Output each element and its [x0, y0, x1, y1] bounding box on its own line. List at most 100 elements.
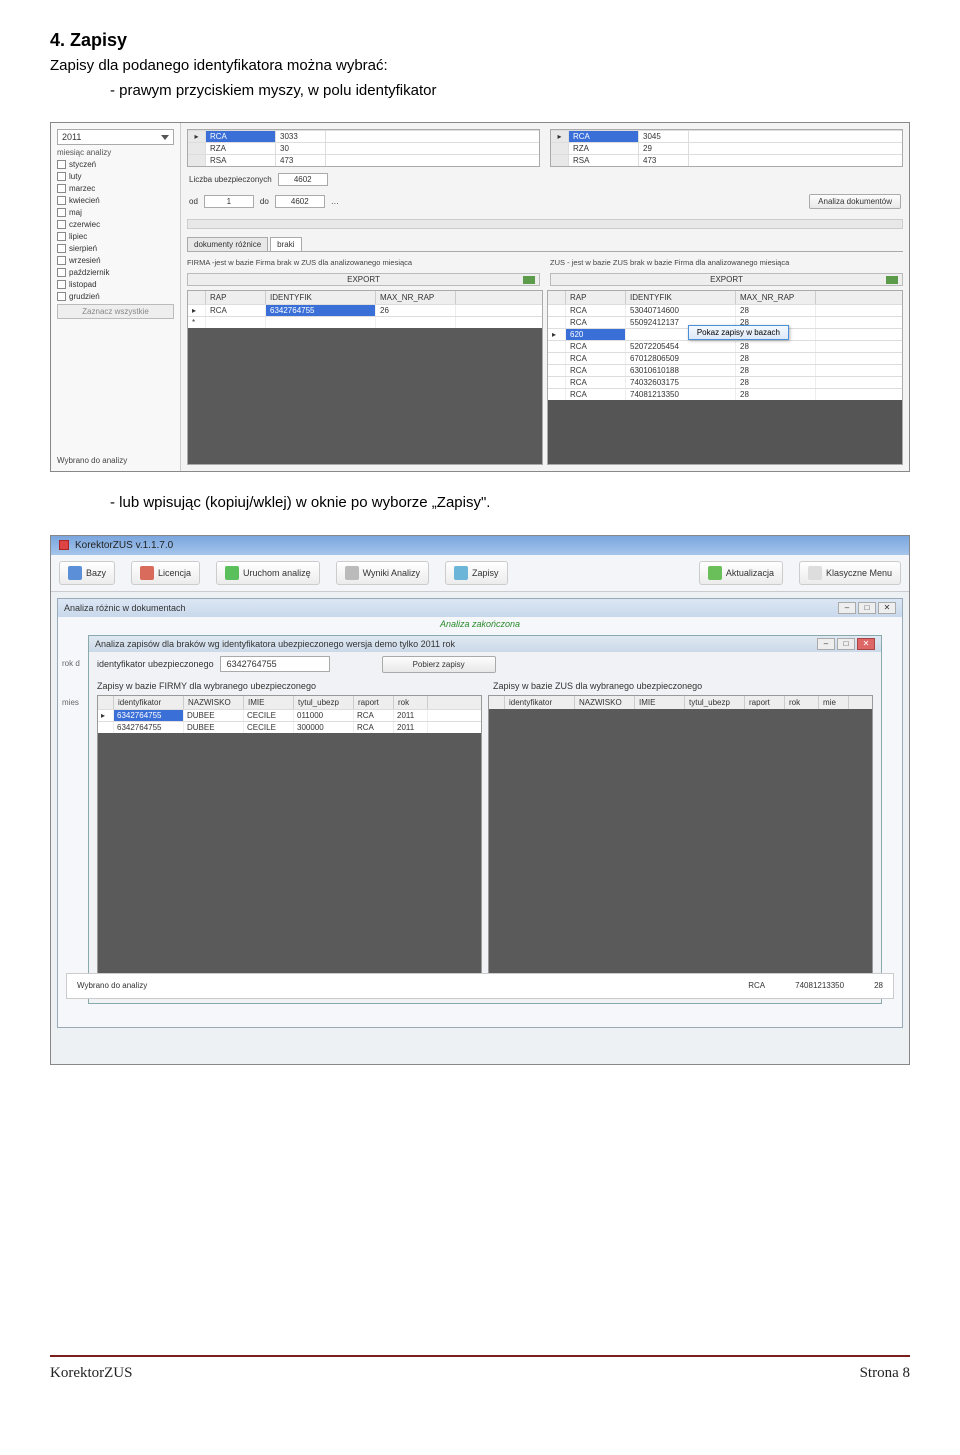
insured-count-label: Liczba ubezpieczonych	[189, 175, 272, 184]
month-apr[interactable]: kwiecień	[57, 196, 174, 205]
checkbox-icon	[57, 244, 66, 253]
section-heading: 4. Zapisy	[50, 30, 910, 51]
tab-bar: dokumenty różnice braki	[187, 237, 903, 252]
select-all-button[interactable]: Zaznacz wszystkie	[57, 304, 174, 319]
ribbon-toolbar: Bazy Licencja Uruchom analizę Wyniki Ana…	[51, 555, 909, 592]
footer-left: KorektorZUS	[50, 1365, 133, 1382]
database-icon	[68, 566, 82, 580]
page-footer: KorektorZUS Strona 8	[50, 1355, 910, 1382]
ribbon-bazy-button[interactable]: Bazy	[59, 561, 115, 585]
from-input[interactable]: 1	[204, 195, 254, 208]
side-label-mies: mies	[62, 698, 80, 707]
month-oct[interactable]: październik	[57, 268, 174, 277]
close-button[interactable]: ✕	[878, 602, 896, 614]
summary-grid-firma: ▸RCA3033 RZA30 RSA473	[187, 129, 540, 167]
zus-missing-grid[interactable]: RAP IDENTYFIK MAX_NR_RAP RCA530407146002…	[547, 290, 903, 465]
maximize-button[interactable]: □	[858, 602, 876, 614]
firma-records-grid[interactable]: identyfikator NAZWISKO IMIE tytul_ubezp …	[97, 695, 482, 995]
context-menu-show-records[interactable]: Pokaz zapisy w bazach	[688, 325, 789, 340]
zus-desc: ZUS - jest w bazie ZUS brak w bazie Firm…	[550, 258, 903, 267]
checkbox-icon	[57, 232, 66, 241]
play-icon	[225, 566, 239, 580]
summary-grid-zus: ▸RCA3045 RZA29 RSA473	[550, 129, 903, 167]
license-icon	[140, 566, 154, 580]
year-combo[interactable]: 2011	[57, 129, 174, 145]
export-zus-button[interactable]: EXPORT	[550, 273, 903, 286]
minimize-button[interactable]: –	[838, 602, 856, 614]
tab-differences[interactable]: dokumenty różnice	[187, 237, 268, 251]
checkbox-icon	[57, 256, 66, 265]
checkbox-icon	[57, 220, 66, 229]
inner-minimize-button[interactable]: –	[817, 638, 835, 650]
filter-sidebar: 2011 miesiąc analizy styczeń luty marzec…	[51, 123, 181, 471]
month-jul[interactable]: lipiec	[57, 232, 174, 241]
menu-icon	[808, 566, 822, 580]
inner-maximize-button[interactable]: □	[837, 638, 855, 650]
analysis-main: ▸RCA3033 RZA30 RSA473 ▸RCA3045 RZA29 RSA…	[181, 123, 909, 471]
chevron-down-icon	[161, 135, 169, 140]
inner-close-button[interactable]: ✕	[857, 638, 875, 650]
checkbox-icon	[57, 196, 66, 205]
checkbox-icon	[57, 208, 66, 217]
checkbox-icon	[57, 268, 66, 277]
year-value: 2011	[62, 132, 81, 142]
screenshot-analysis-differences: 2011 miesiąc analizy styczeń luty marzec…	[50, 122, 910, 472]
checkbox-icon	[57, 280, 66, 289]
fetch-records-button[interactable]: Pobierz zapisy	[382, 656, 496, 673]
app-title: KorektorZUS v.1.1.7.0	[75, 540, 173, 551]
table-row[interactable]: 6342764755 DUBEE CECILE 300000 RCA 2011	[98, 721, 481, 733]
checkbox-icon	[57, 184, 66, 193]
checkbox-icon	[57, 172, 66, 181]
month-mar[interactable]: marzec	[57, 184, 174, 193]
records-icon	[454, 566, 468, 580]
month-dec[interactable]: grudzień	[57, 292, 174, 301]
month-label: miesiąc analizy	[57, 148, 174, 157]
ribbon-aktualizacja-button[interactable]: Aktualizacja	[699, 561, 783, 585]
results-icon	[345, 566, 359, 580]
month-sep[interactable]: wrzesień	[57, 256, 174, 265]
table-row[interactable]: ▸ 6342764755 DUBEE CECILE 011000 RCA 201…	[98, 709, 481, 721]
screenshot-zapisy-window: KorektorZUS v.1.1.7.0 Bazy Licencja Uruc…	[50, 535, 910, 1065]
app-titlebar: KorektorZUS v.1.1.7.0	[51, 536, 909, 555]
month-may[interactable]: maj	[57, 208, 174, 217]
differences-window: Analiza różnic w dokumentach – □ ✕ Anali…	[57, 598, 903, 1028]
month-feb[interactable]: luty	[57, 172, 174, 181]
tab-missing[interactable]: braki	[270, 237, 301, 251]
firma-missing-grid[interactable]: RAP IDENTYFIK MAX_NR_RAP ▸RCA63427647552…	[187, 290, 543, 465]
footer-right: Strona 8	[860, 1365, 910, 1382]
month-jan[interactable]: styczeń	[57, 160, 174, 169]
export-firma-button[interactable]: EXPORT	[187, 273, 540, 286]
firma-records-caption: Zapisy w bazie FIRMY dla wybranego ubezp…	[89, 677, 485, 695]
zus-records-grid[interactable]: identyfikator NAZWISKO IMIE tytul_ubezp …	[488, 695, 873, 995]
ribbon-zapisy-button[interactable]: Zapisy	[445, 561, 508, 585]
records-analysis-window: Analiza zapisów dla braków wg identyfika…	[88, 635, 882, 1004]
ribbon-licencja-button[interactable]: Licencja	[131, 561, 200, 585]
month-nov[interactable]: listopad	[57, 280, 174, 289]
to-input[interactable]: 4602	[275, 195, 325, 208]
intro-text: Zapisy dla podanego identyfikatora można…	[50, 55, 910, 78]
bullet-1: - prawym przyciskiem myszy, w polu ident…	[50, 80, 910, 103]
firma-desc: FIRMA -jest w bazie Firma brak w ZUS dla…	[187, 258, 540, 267]
analyze-documents-button[interactable]: Analiza dokumentów	[809, 194, 901, 209]
month-jun[interactable]: czerwiec	[57, 220, 174, 229]
ribbon-wyniki-button[interactable]: Wyniki Analizy	[336, 561, 429, 585]
ribbon-menu-button[interactable]: Klasyczne Menu	[799, 561, 901, 585]
window-title: Analiza różnic w dokumentach	[64, 603, 186, 613]
ribbon-uruchom-button[interactable]: Uruchom analizę	[216, 561, 320, 585]
checkbox-icon	[57, 292, 66, 301]
id-label: identyfikator ubezpieczonego	[97, 659, 214, 669]
selected-for-analysis-label: Wybrano do analizy	[77, 981, 147, 990]
zus-records-caption: Zapisy w bazie ZUS dla wybranego ubezpie…	[485, 677, 881, 695]
id-input[interactable]: 6342764755	[220, 656, 330, 672]
inner-window-title: Analiza zapisów dla braków wg identyfika…	[95, 639, 455, 649]
side-label-rok: rok d	[62, 659, 80, 668]
analysis-status: Analiza zakończona	[58, 617, 902, 631]
month-aug[interactable]: sierpień	[57, 244, 174, 253]
app-icon	[59, 540, 69, 550]
selected-for-analysis-label: Wybrano do analizy	[57, 456, 174, 465]
progress-track	[187, 219, 903, 229]
bullet-2: - lub wpisując (kopiuj/wklej) w oknie po…	[50, 492, 910, 515]
update-icon	[708, 566, 722, 580]
insured-count-value: 4602	[278, 173, 328, 186]
background-grid-strip: Wybrano do analizy RCA 74081213350 28	[66, 973, 894, 999]
